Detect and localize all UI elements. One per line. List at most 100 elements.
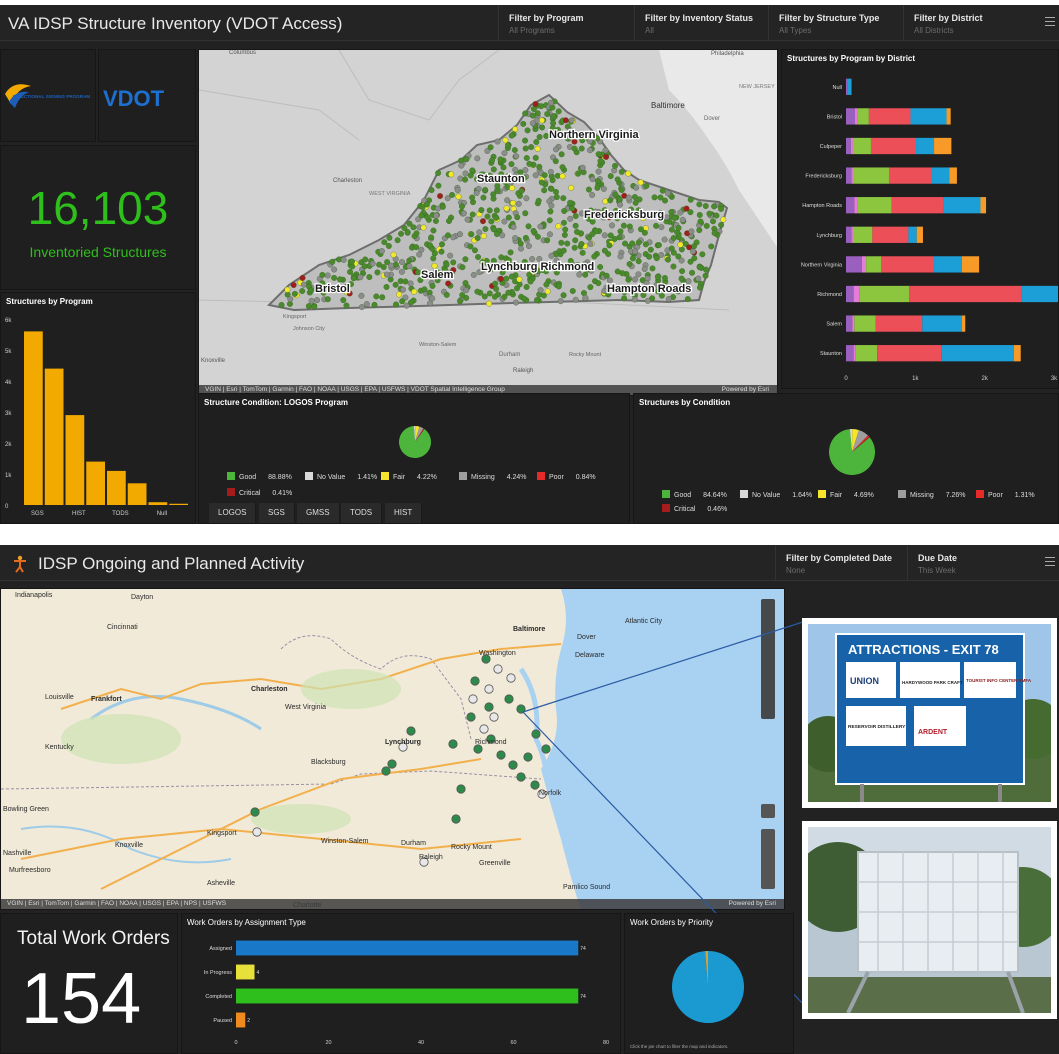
map-place-label: Richmond <box>475 739 507 746</box>
structure-point <box>670 249 677 256</box>
filter-due-date[interactable]: Due Date This Week <box>907 545 1041 581</box>
activity-menu-icon[interactable] <box>1045 557 1055 568</box>
structure-point <box>481 293 488 300</box>
activity-map-canvas[interactable]: Indianapolis Dayton Cincinnati Baltimore Dov… <box>1 589 785 910</box>
district-bar-segment <box>846 78 848 95</box>
district-bar-segment <box>961 256 980 273</box>
legend-item[interactable]: Poor 0.84% <box>537 472 596 481</box>
sign-photo-back[interactable] <box>802 821 1057 1019</box>
work-order-marker <box>479 724 489 734</box>
priority-chart-title: Work Orders by Priority <box>630 918 713 927</box>
structure-point <box>522 234 529 241</box>
map-place-label: Columbus <box>229 50 256 56</box>
structure-point <box>579 164 586 171</box>
district-bar-segment <box>934 137 952 155</box>
structure-point <box>430 227 437 234</box>
legend-item[interactable]: Critical 0.41% <box>227 488 292 497</box>
map-place-label: Atlantic City <box>625 618 662 625</box>
map-place-label: Dover <box>704 116 720 122</box>
structure-point <box>560 247 567 254</box>
structure-point <box>433 212 440 219</box>
legend-item[interactable]: Good 88.88% <box>227 472 292 481</box>
filter-program[interactable]: Filter by Program All Programs <box>498 5 634 41</box>
structure-point <box>521 295 527 302</box>
tab-gmss[interactable]: GMSS <box>297 503 340 523</box>
map-place-label: Asheville <box>207 880 235 887</box>
structure-point <box>516 276 523 283</box>
structure-point <box>469 167 476 174</box>
structure-point <box>420 224 427 231</box>
activity-map[interactable]: Indianapolis Dayton Cincinnati Baltimore Dov… <box>0 588 785 910</box>
district-bar-segment <box>1021 285 1058 303</box>
structure-point <box>406 220 413 227</box>
district-bar-segment <box>881 256 935 273</box>
logos-condition-pie[interactable] <box>395 422 435 462</box>
structure-point <box>686 244 693 251</box>
structure-point <box>469 194 476 201</box>
legend-item[interactable]: Good 84.64% <box>662 490 727 499</box>
total-work-orders-panel: Total Work Orders 154 <box>0 913 178 1054</box>
structure-point <box>589 176 596 183</box>
sign-photo-attractions[interactable]: ATTRACTIONS - EXIT 78 UNION HARDYWOOD PA… <box>802 618 1057 808</box>
structure-point <box>529 120 536 127</box>
structure-point <box>587 240 594 247</box>
filter-structure-type[interactable]: Filter by Structure Type All Types <box>768 5 903 41</box>
map-place-label: Lynchburg <box>385 739 421 746</box>
structure-point <box>494 231 500 238</box>
district-bar-segment <box>850 137 853 155</box>
legend-item[interactable]: Fair 4.22% <box>381 472 437 481</box>
tab-tods[interactable]: TODS <box>341 503 383 523</box>
structure-point <box>331 274 338 281</box>
filter-inventory-status[interactable]: Filter by Inventory Status All <box>634 5 768 41</box>
assignment-bar-chart[interactable]: Assigned 74 In Progress 4 Completed 74 Paused 2… <box>182 928 621 1054</box>
structure-point <box>299 288 306 295</box>
filter-completed-date[interactable]: Filter by Completed Date None <box>775 545 907 581</box>
structure-point <box>530 106 537 112</box>
district-bar-segment <box>916 226 923 243</box>
legend-item[interactable]: No Value 1.41% <box>305 472 377 481</box>
filter-district[interactable]: Filter by District All Districts <box>903 5 1041 41</box>
tab-logos[interactable]: LOGOS <box>209 503 257 523</box>
legend-item[interactable]: Missing 4.24% <box>459 472 527 481</box>
district-bar-segment <box>854 197 858 214</box>
tab-hist[interactable]: HIST <box>385 503 423 523</box>
structure-point <box>571 145 578 152</box>
district-bar-segment <box>943 197 981 214</box>
structure-point <box>591 253 598 260</box>
work-order-marker <box>473 744 483 754</box>
district-bar-segment <box>857 108 869 125</box>
legend-item[interactable]: No Value 1.64% <box>740 490 812 499</box>
legend-item[interactable]: Poor 1.31% <box>976 490 1035 499</box>
tab-sgs[interactable]: SGS <box>259 503 295 523</box>
district-stacked-bar-chart[interactable]: Null Bristol Culpeper Fredericksburg Hampton… <box>782 62 1059 389</box>
structure-point <box>643 182 650 189</box>
all-condition-pie[interactable] <box>824 424 880 480</box>
activity-dashboard: IDSP Ongoing and Planned Activity Filter… <box>0 545 1059 1054</box>
structure-point <box>607 197 614 204</box>
assignment-bar <box>236 1012 246 1028</box>
program-bar-chart[interactable]: 0 1k 2k 3k 4k 5k 6k SGS HIST TODS Null <box>1 307 196 524</box>
vdot-logo: VDOT <box>103 86 165 111</box>
structure-point <box>671 215 678 222</box>
inventory-map-canvas[interactable]: Baltimore Northern Virginia Staunton Freder… <box>199 50 778 396</box>
structure-point <box>469 211 476 218</box>
work-order-marker <box>466 712 476 722</box>
activity-map-attribution: VGIN | Esri | TomTom | Garmin | FAO | NO… <box>1 899 784 909</box>
legend-item[interactable]: Fair 4.69% <box>818 490 874 499</box>
structure-point <box>480 194 487 201</box>
map-place-label: Baltimore <box>651 101 685 110</box>
svg-text:TOURIST INFO CENTER VMFA: TOURIST INFO CENTER VMFA <box>966 678 1032 683</box>
assignment-bar <box>236 964 255 980</box>
structure-point <box>402 278 409 285</box>
legend-item[interactable]: Critical 0.46% <box>662 504 727 513</box>
priority-pie[interactable] <box>671 950 745 1024</box>
legend-item[interactable]: Missing 7.26% <box>898 490 966 499</box>
inventory-map[interactable]: Baltimore Northern Virginia Staunton Freder… <box>198 49 778 396</box>
structure-point <box>513 153 520 160</box>
structure-point <box>663 214 670 221</box>
program-logo-panel: DIRECTIONAL SIGNING PROGRAM <box>0 49 96 142</box>
logos-condition-panel: Structure Condition: LOGOS Program Good … <box>198 393 630 524</box>
structure-point <box>373 293 380 300</box>
district-bar-segment <box>946 108 951 125</box>
menu-icon[interactable] <box>1045 17 1055 28</box>
